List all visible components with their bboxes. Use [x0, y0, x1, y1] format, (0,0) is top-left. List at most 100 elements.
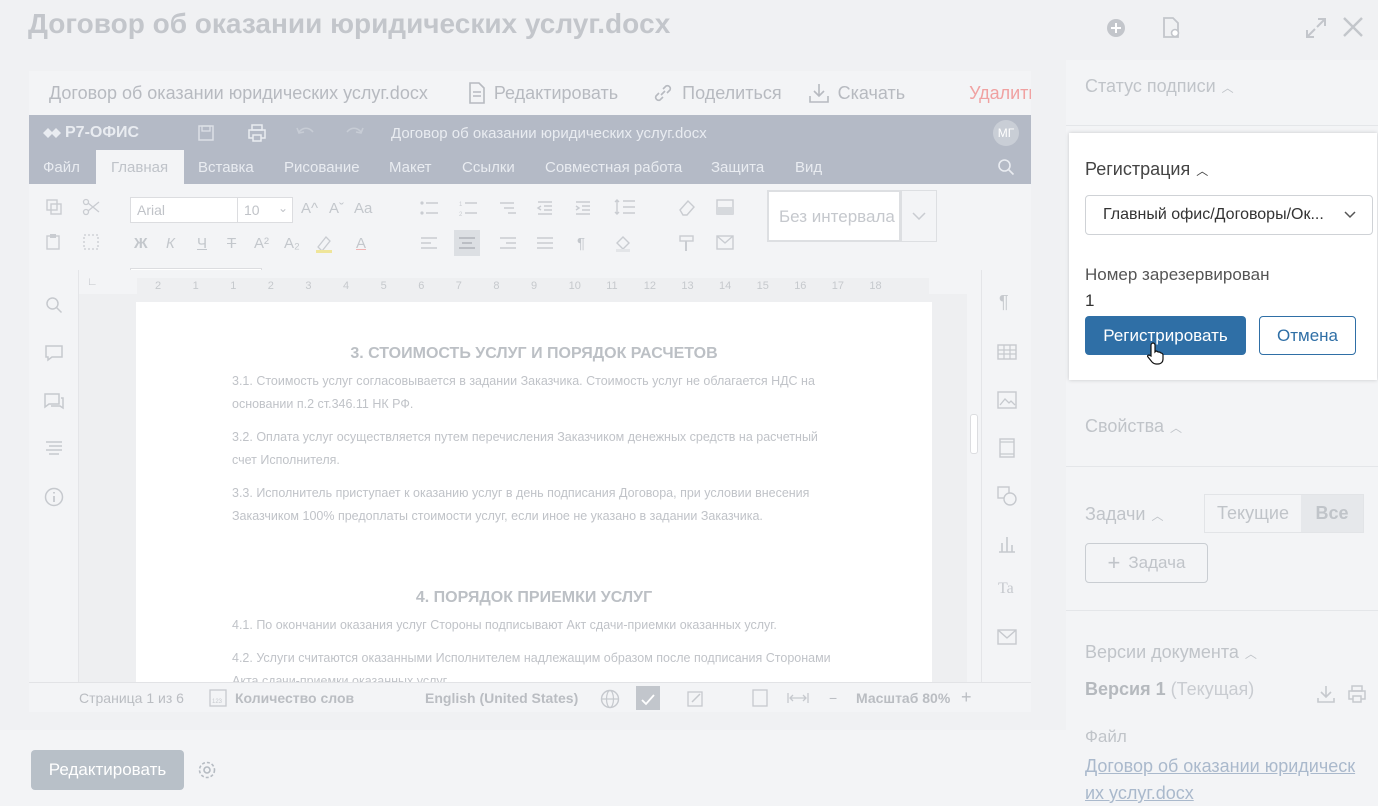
eraser-icon[interactable]: [677, 198, 697, 216]
registration-header[interactable]: Регистрация ︿: [1085, 159, 1208, 180]
tasks-current-tab[interactable]: Текущие: [1205, 495, 1301, 532]
fill-color-icon[interactable]: [614, 234, 646, 252]
document-settings-icon[interactable]: [1157, 14, 1185, 42]
menu-collaboration[interactable]: Совместная работа: [545, 159, 682, 176]
tab-stop-icon[interactable]: ∟: [87, 276, 98, 288]
track-changes-icon[interactable]: [687, 690, 719, 708]
copy-icon[interactable]: [45, 198, 63, 216]
paragraph-settings-icon[interactable]: ¶: [999, 292, 1009, 313]
select-all-icon[interactable]: [82, 233, 100, 251]
redo-icon[interactable]: [345, 125, 365, 139]
text-art-icon[interactable]: Ta: [998, 580, 1014, 598]
delete-button[interactable]: Удалить: [969, 83, 1031, 104]
mail-icon[interactable]: [997, 629, 1017, 645]
document-page[interactable]: 3. СТОИМОСТЬ УСЛУГ И ПОРЯДОК РАСЧЕТОВ 3.…: [136, 302, 932, 702]
increase-indent-icon[interactable]: [574, 200, 592, 216]
menu-insert[interactable]: Вставка: [198, 159, 254, 176]
image-icon[interactable]: [997, 391, 1017, 409]
bold-button[interactable]: Ж: [134, 235, 148, 252]
shape-icon[interactable]: [997, 486, 1017, 506]
menu-draw[interactable]: Рисование: [284, 159, 360, 176]
spellcheck-button[interactable]: [636, 686, 660, 710]
comments-icon[interactable]: [44, 344, 64, 362]
underline-button[interactable]: Ч: [197, 235, 207, 252]
increase-font-button[interactable]: A^: [301, 200, 318, 217]
align-left-icon[interactable]: [420, 236, 438, 250]
print-icon[interactable]: [1347, 684, 1367, 704]
align-right-icon[interactable]: [499, 236, 517, 250]
menu-home[interactable]: Главная: [111, 159, 168, 176]
menu-view[interactable]: Вид: [795, 159, 822, 176]
numbered-list-icon[interactable]: 12: [459, 200, 489, 216]
viewer-edit-button[interactable]: Редактировать: [468, 82, 618, 104]
bullet-list-icon[interactable]: [420, 200, 450, 216]
decrease-font-button[interactable]: Aˇ: [329, 200, 344, 217]
menu-layout[interactable]: Макет: [389, 159, 431, 176]
align-justify-icon[interactable]: [536, 236, 554, 250]
decrease-indent-icon[interactable]: [536, 200, 554, 216]
paste-icon[interactable]: [45, 233, 63, 251]
fit-width-icon[interactable]: [787, 692, 809, 704]
properties-header[interactable]: Свойства ︿: [1085, 416, 1182, 437]
registration-folder-select[interactable]: Главный офис/Договоры/Ок...: [1085, 195, 1373, 235]
highlight-icon[interactable]: [314, 233, 344, 253]
paragraph-mark-button[interactable]: ¶: [577, 235, 585, 252]
share-button[interactable]: Поделиться: [652, 82, 782, 104]
fit-page-icon[interactable]: [751, 689, 769, 707]
change-case-button[interactable]: Aa: [354, 200, 372, 217]
style-expand-button[interactable]: [901, 190, 937, 242]
zoom-out-button[interactable]: −: [829, 690, 837, 706]
info-icon[interactable]: [44, 487, 64, 507]
language-select[interactable]: English (United States): [425, 690, 578, 706]
tasks-header[interactable]: Задачи ︿: [1085, 504, 1163, 525]
vertical-scrollbar[interactable]: [967, 294, 981, 682]
chat-icon[interactable]: [43, 392, 65, 410]
word-count-icon[interactable]: 123: [209, 689, 227, 707]
add-task-button[interactable]: + Задача: [1085, 543, 1208, 583]
line-spacing-icon[interactable]: [614, 198, 646, 216]
file-link[interactable]: Договор об оказании юридическ их услуг.d…: [1085, 753, 1365, 806]
page-counter[interactable]: Страница 1 из 6: [79, 690, 184, 706]
horizontal-ruler[interactable]: 2 1 1 2 3 4 5 6 7 8 9 10 11 12 13 14 15 16 17 18: [137, 278, 929, 294]
font-size-dropdown[interactable]: 10 ⌄: [237, 197, 293, 223]
font-color-button[interactable]: A: [356, 235, 366, 252]
menu-file[interactable]: Файл: [43, 159, 80, 176]
avatar[interactable]: МГ: [993, 120, 1019, 146]
strikethrough-button[interactable]: Т: [227, 235, 236, 252]
format-painter-icon[interactable]: [677, 234, 697, 252]
chart-icon[interactable]: [998, 533, 1016, 553]
print-icon[interactable]: [247, 123, 267, 143]
subscript-button[interactable]: A₂: [284, 235, 300, 252]
signature-status-header[interactable]: Статус подписи ︿: [1085, 76, 1234, 97]
multilevel-list-icon[interactable]: [498, 200, 528, 216]
edit-button[interactable]: Редактировать: [31, 750, 184, 790]
style-preset[interactable]: Без интервала: [767, 190, 901, 242]
register-button[interactable]: Регистрировать: [1085, 316, 1246, 355]
menu-protection[interactable]: Защита: [711, 159, 764, 176]
undo-icon[interactable]: [295, 125, 315, 139]
color-scheme-icon[interactable]: [715, 198, 747, 216]
download-icon[interactable]: [1316, 684, 1336, 704]
download-button[interactable]: Скачать: [808, 82, 905, 104]
header-footer-icon[interactable]: [999, 438, 1015, 458]
superscript-button[interactable]: A²: [254, 235, 269, 252]
navigation-icon[interactable]: [45, 440, 63, 456]
versions-header[interactable]: Версии документа ︿: [1085, 642, 1257, 663]
add-circle-icon[interactable]: [1102, 14, 1130, 42]
mail-merge-icon[interactable]: [715, 234, 747, 252]
cut-icon[interactable]: [82, 198, 100, 216]
save-icon[interactable]: [197, 124, 215, 142]
zoom-in-button[interactable]: +: [961, 687, 972, 708]
search-icon[interactable]: [997, 158, 1015, 176]
globe-icon[interactable]: [600, 689, 620, 709]
cancel-button[interactable]: Отмена: [1259, 316, 1356, 355]
expand-icon[interactable]: [1302, 14, 1330, 42]
close-icon[interactable]: [1339, 13, 1367, 41]
align-center-button[interactable]: [454, 230, 480, 256]
tasks-all-tab[interactable]: Все: [1301, 495, 1363, 532]
italic-button[interactable]: К: [166, 235, 175, 252]
word-count[interactable]: Количество слов: [235, 690, 354, 706]
table-icon[interactable]: [997, 344, 1017, 360]
scrollbar-thumb[interactable]: [970, 414, 978, 454]
menu-references[interactable]: Ссылки: [462, 159, 515, 176]
